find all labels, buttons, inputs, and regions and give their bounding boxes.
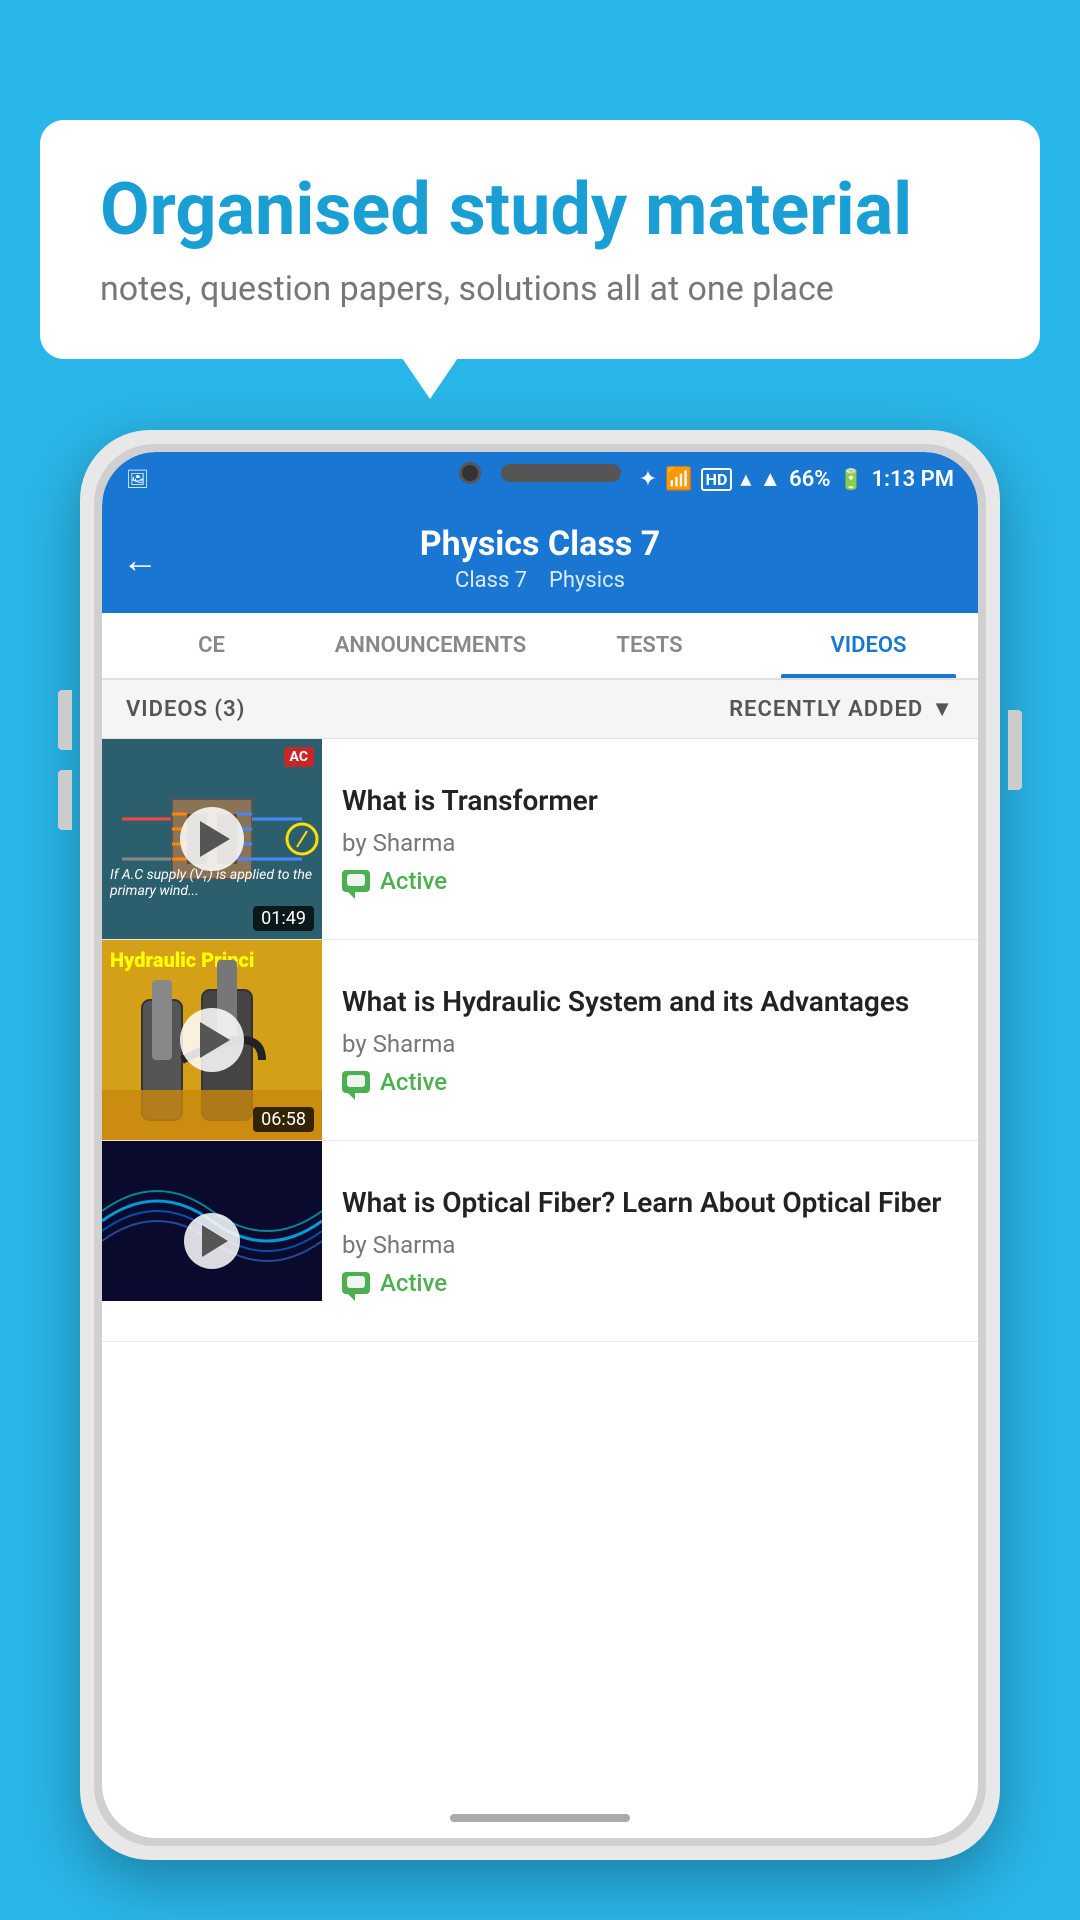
- chat-icon-1: [342, 870, 370, 892]
- phone-inner: 🖼 ✦ 📶 HD ▴ ▲ 66% 🔋 1:13 PM: [94, 444, 986, 1846]
- phone-top-details: [459, 452, 621, 484]
- subject-label: Physics: [549, 568, 625, 593]
- time: 1:13 PM: [871, 467, 954, 492]
- play-triangle-3: [202, 1225, 228, 1257]
- video-title-2: What is Hydraulic System and its Advanta…: [342, 984, 958, 1020]
- speaker: [501, 464, 621, 482]
- chevron-down-icon: ▼: [931, 696, 954, 722]
- videos-count: VIDEOS (3): [126, 697, 245, 722]
- bubble-subtitle: notes, question papers, solutions all at…: [100, 269, 980, 309]
- play-triangle-2: [200, 1022, 230, 1058]
- video-item: AC: [102, 739, 978, 940]
- status-left: 🖼: [126, 469, 149, 490]
- chat-svg-1: [347, 874, 365, 888]
- video-thumbnail-1[interactable]: AC: [102, 739, 322, 939]
- ac-badge: AC: [284, 747, 314, 767]
- bubble-title: Organised study material: [100, 170, 980, 249]
- tab-tests[interactable]: TESTS: [540, 613, 759, 678]
- play-button-1[interactable]: [180, 807, 244, 871]
- video-title-3: What is Optical Fiber? Learn About Optic…: [342, 1185, 958, 1221]
- video-author-2: by Sharma: [342, 1030, 958, 1058]
- video-status-3: Active: [342, 1269, 958, 1297]
- battery-icon: 🔋: [839, 467, 864, 491]
- chat-svg-3: [347, 1276, 365, 1290]
- class-label: Class 7: [455, 568, 527, 593]
- volume-up-button: [58, 690, 72, 750]
- list-header: VIDEOS (3) RECENTLY ADDED ▼: [102, 680, 978, 739]
- chat-svg-2: [347, 1075, 365, 1089]
- play-button-3[interactable]: [184, 1213, 240, 1269]
- video-info-1: What is Transformer by Sharma Active: [322, 739, 978, 939]
- app-header: ← Physics Class 7 Class 7 Physics: [102, 506, 978, 613]
- video-thumbnail-3[interactable]: Optical Fiber Communicati... t is Optica…: [102, 1141, 322, 1341]
- sort-filter[interactable]: RECENTLY ADDED ▼: [729, 696, 954, 722]
- chat-icon-3: [342, 1272, 370, 1294]
- tab-ce[interactable]: CE: [102, 613, 321, 678]
- phone-outer: 🖼 ✦ 📶 HD ▴ ▲ 66% 🔋 1:13 PM: [80, 430, 1000, 1860]
- image-icon: 🖼: [126, 469, 149, 490]
- signal-icon: 📶: [665, 467, 692, 492]
- video-item-2: Hydraulic Princi: [102, 940, 978, 1141]
- camera: [459, 462, 481, 484]
- video-status-2: Active: [342, 1068, 958, 1096]
- video-item-3: Optical Fiber Communicati... t is Optica…: [102, 1141, 978, 1342]
- power-button: [1008, 710, 1022, 790]
- header-title: Physics Class 7: [122, 524, 958, 564]
- video-author-3: by Sharma: [342, 1231, 958, 1259]
- play-button-2[interactable]: [180, 1008, 244, 1072]
- phone-mockup: 🖼 ✦ 📶 HD ▴ ▲ 66% 🔋 1:13 PM: [80, 430, 1000, 1920]
- speech-bubble: Organised study material notes, question…: [40, 120, 1040, 359]
- phone-screen: 🖼 ✦ 📶 HD ▴ ▲ 66% 🔋 1:13 PM: [102, 452, 978, 1838]
- chat-icon-2: [342, 1071, 370, 1093]
- video-status-1: Active: [342, 867, 958, 895]
- tabs-container: CE ANNOUNCEMENTS TESTS VIDEOS: [102, 613, 978, 680]
- wifi-icon: ▴: [740, 467, 751, 492]
- video-author-1: by Sharma: [342, 829, 958, 857]
- video-thumbnail-2[interactable]: Hydraulic Princi: [102, 940, 322, 1140]
- tab-announcements[interactable]: ANNOUNCEMENTS: [321, 613, 540, 678]
- video-info-3: What is Optical Fiber? Learn About Optic…: [322, 1141, 978, 1341]
- network-icon: ▲: [759, 466, 781, 492]
- speech-bubble-section: Organised study material notes, question…: [40, 120, 1040, 359]
- play-triangle-1: [200, 821, 230, 857]
- back-button[interactable]: ←: [122, 539, 158, 581]
- screen-content: 🖼 ✦ 📶 HD ▴ ▲ 66% 🔋 1:13 PM: [102, 452, 978, 1838]
- home-bar: [450, 1814, 630, 1822]
- volume-down-button: [58, 770, 72, 830]
- status-right: ✦ 📶 HD ▴ ▲ 66% 🔋 1:13 PM: [639, 466, 954, 492]
- hd-badge: HD: [701, 468, 733, 491]
- battery-percent: 66%: [789, 467, 830, 492]
- header-subtitle: Class 7 Physics: [122, 568, 958, 593]
- bluetooth-icon: ✦: [639, 467, 657, 492]
- duration-2: 06:58: [253, 1107, 314, 1132]
- duration-1: 01:49: [253, 906, 314, 931]
- sort-label: RECENTLY ADDED: [729, 697, 923, 722]
- video-title-1: What is Transformer: [342, 783, 958, 819]
- tab-videos[interactable]: VIDEOS: [759, 613, 978, 678]
- video-info-2: What is Hydraulic System and its Advanta…: [322, 940, 978, 1140]
